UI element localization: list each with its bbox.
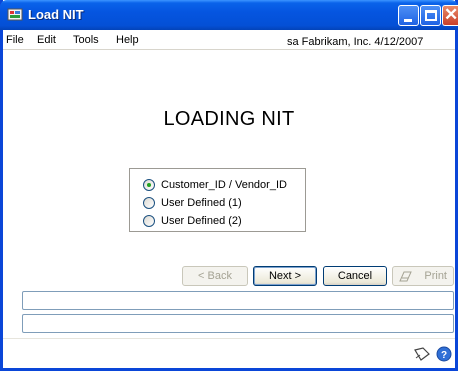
status-field-2: [22, 314, 454, 333]
radio-user-defined-2[interactable]: [143, 214, 155, 227]
title-bar[interactable]: Load NIT ✕: [0, 0, 458, 30]
close-icon: ✕: [444, 5, 458, 24]
next-button[interactable]: Next >: [253, 266, 317, 286]
option-label: User Defined (2): [161, 214, 242, 227]
radio-customer-vendor[interactable]: [143, 178, 155, 191]
window-title: Load NIT: [28, 7, 84, 22]
menu-file[interactable]: File: [6, 34, 24, 46]
maximize-icon: [425, 10, 437, 21]
menu-tools[interactable]: Tools: [73, 34, 99, 46]
page-title: LOADING NIT: [163, 108, 295, 130]
option-user-defined-2[interactable]: User Defined (2): [143, 213, 242, 228]
note-icon[interactable]: [413, 346, 431, 362]
help-icon[interactable]: ?: [436, 346, 454, 362]
user-company-date: sa Fabrikam, Inc. 4/12/2007: [287, 36, 424, 48]
option-customer-vendor[interactable]: Customer_ID / Vendor_ID: [143, 177, 287, 192]
back-button[interactable]: < Back: [182, 266, 248, 286]
option-user-defined-1[interactable]: User Defined (1): [143, 195, 242, 210]
radio-user-defined-1[interactable]: [143, 196, 155, 209]
svg-text:?: ?: [441, 350, 447, 361]
close-button[interactable]: ✕: [442, 5, 458, 26]
option-label: Customer_ID / Vendor_ID: [161, 178, 287, 191]
status-field-1: [22, 291, 454, 310]
menu-edit[interactable]: Edit: [37, 34, 56, 46]
id-option-group: Customer_ID / Vendor_ID User Defined (1)…: [129, 168, 306, 232]
maximize-button[interactable]: [420, 5, 441, 26]
footer-divider: [3, 338, 455, 339]
option-label: User Defined (1): [161, 196, 242, 209]
cancel-button[interactable]: Cancel: [323, 266, 387, 286]
minimize-button[interactable]: [398, 5, 419, 26]
minimize-icon: [404, 19, 412, 22]
print-button[interactable]: Print: [392, 266, 454, 286]
print-icon: [399, 271, 412, 282]
app-icon: [7, 8, 23, 21]
print-label: Print: [424, 270, 447, 282]
menu-help[interactable]: Help: [116, 34, 139, 46]
